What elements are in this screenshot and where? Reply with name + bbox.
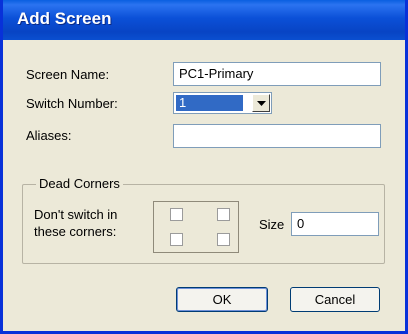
aliases-label: Aliases:: [26, 128, 72, 143]
corners-label-line2: these corners:: [34, 224, 117, 239]
corner-top-left-checkbox[interactable]: [170, 208, 183, 221]
add-screen-dialog: Add Screen: [0, 0, 408, 334]
cancel-button[interactable]: Cancel: [290, 287, 380, 312]
window-title: Add Screen: [17, 9, 112, 28]
corner-top-right-checkbox[interactable]: [217, 208, 230, 221]
switch-number-select[interactable]: 1: [173, 92, 272, 114]
chevron-down-icon[interactable]: [252, 94, 270, 112]
title-bar[interactable]: Add Screen: [3, 0, 405, 40]
screen-name-label: Screen Name:: [26, 67, 110, 82]
corner-bottom-right-checkbox[interactable]: [217, 233, 230, 246]
size-input[interactable]: 0: [291, 212, 379, 236]
size-label: Size: [259, 217, 285, 232]
aliases-input[interactable]: [173, 124, 381, 148]
screen-name-input[interactable]: PC1-Primary: [173, 62, 381, 86]
ok-button[interactable]: OK: [176, 287, 268, 312]
dead-corners-legend: Dead Corners: [36, 176, 123, 191]
corner-bottom-left-checkbox[interactable]: [170, 233, 183, 246]
switch-number-value: 1: [176, 95, 243, 111]
switch-number-label: Switch Number:: [26, 96, 118, 111]
corners-label-line1: Don't switch in: [34, 207, 118, 222]
